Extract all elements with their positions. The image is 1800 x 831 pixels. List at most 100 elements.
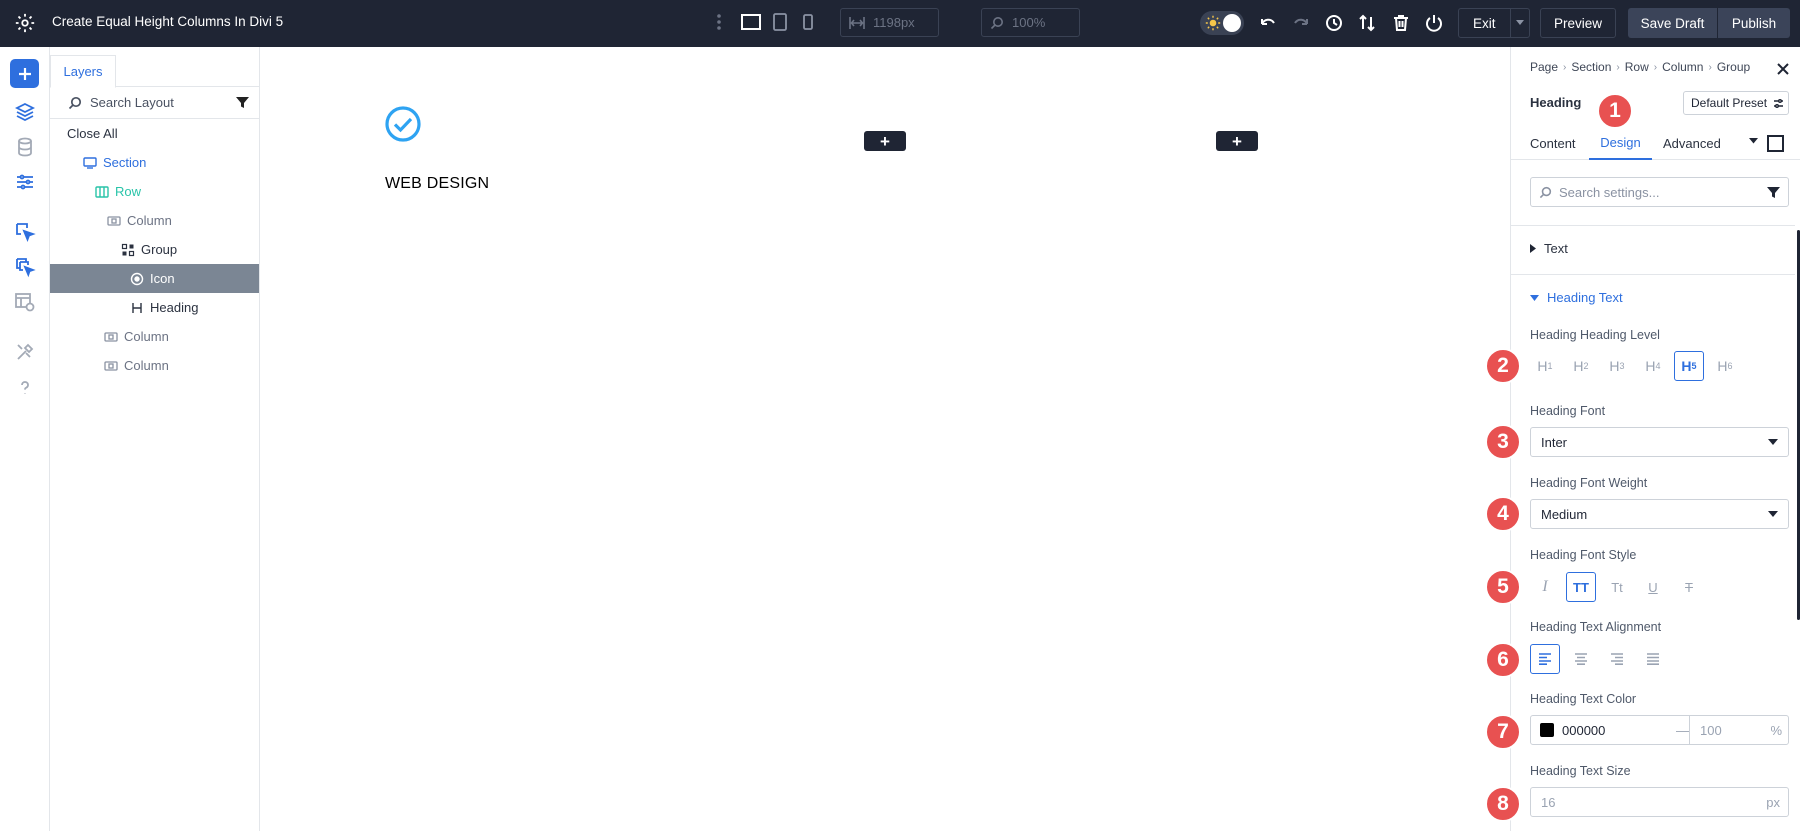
heading-weight-select[interactable]: Medium (1530, 499, 1789, 529)
width-icon (849, 16, 865, 29)
group-text[interactable]: Text (1530, 241, 1568, 256)
exit-label: Exit (1473, 15, 1496, 31)
align-justify-button[interactable] (1638, 644, 1668, 674)
breadcrumb-row[interactable]: Row (1625, 60, 1649, 74)
heading-level-h3[interactable]: H3 (1602, 351, 1632, 381)
layout-view-icon[interactable] (14, 291, 36, 313)
level-number: 4 (1655, 361, 1661, 371)
layers-icon[interactable] (14, 101, 36, 123)
annotation-badge: 7 (1485, 714, 1521, 750)
heading-font-select[interactable]: Inter (1530, 427, 1789, 457)
strikethrough-button[interactable]: T (1674, 572, 1704, 602)
layer-heading[interactable]: Heading (50, 293, 259, 322)
divider (1511, 225, 1795, 226)
align-center-button[interactable] (1566, 644, 1596, 674)
layer-label: Column (124, 358, 169, 373)
italic-button[interactable]: I (1530, 572, 1560, 602)
heading-size-field[interactable]: 16 px (1530, 787, 1789, 817)
heading-level-h6[interactable]: H6 (1710, 351, 1740, 381)
breadcrumb-page[interactable]: Page (1530, 60, 1558, 74)
align-right-button[interactable] (1602, 644, 1632, 674)
add-button[interactable] (10, 59, 39, 88)
filter-icon[interactable] (1767, 186, 1780, 199)
close-all-item[interactable]: Close All (50, 119, 259, 148)
close-icon[interactable] (1775, 61, 1791, 77)
uppercase-button[interactable]: TT (1566, 572, 1596, 602)
add-module-button[interactable]: + (864, 131, 906, 151)
tab-design[interactable]: Design (1589, 127, 1652, 160)
heading-level-h5[interactable]: H5 (1674, 351, 1704, 381)
breadcrumb-column[interactable]: Column (1662, 60, 1703, 74)
add-module-button[interactable]: + (1216, 131, 1258, 151)
power-icon[interactable] (1424, 13, 1444, 33)
preset-button[interactable]: Default Preset (1683, 91, 1789, 115)
check-circle-icon[interactable] (384, 105, 422, 143)
group-heading-text[interactable]: Heading Text (1530, 290, 1623, 305)
top-bar: Create Equal Height Columns In Divi 5 11… (0, 0, 1800, 47)
level-prefix: H (1537, 358, 1548, 374)
layer-section[interactable]: Section (50, 148, 259, 177)
settings-search-input[interactable] (1559, 184, 1759, 200)
color-swatch[interactable] (1540, 723, 1554, 737)
settings-sliders-icon[interactable] (14, 171, 36, 193)
chevron-down-icon[interactable] (1509, 9, 1529, 37)
preview-button[interactable]: Preview (1540, 8, 1616, 38)
color-hex-value[interactable]: 000000 (1562, 723, 1662, 738)
trash-icon[interactable] (1391, 13, 1411, 33)
tablet-icon[interactable] (772, 12, 788, 32)
zoom-field[interactable]: 100% (981, 8, 1080, 37)
help-icon[interactable] (14, 377, 36, 399)
underline-button[interactable]: U (1638, 572, 1668, 602)
sort-icon[interactable] (1357, 13, 1377, 33)
heading-size-label: Heading Text Size (1530, 764, 1631, 778)
annotation-badge: 2 (1485, 348, 1521, 384)
kebab-icon[interactable] (716, 12, 722, 32)
cursor-multi-icon[interactable] (14, 256, 36, 278)
heading-level-h2[interactable]: H2 (1566, 351, 1596, 381)
publish-button[interactable]: Publish (1718, 8, 1790, 38)
expand-icon[interactable] (1767, 135, 1784, 152)
desktop-icon[interactable] (740, 12, 762, 32)
tools-icon[interactable] (14, 341, 36, 363)
exit-button[interactable]: Exit (1458, 8, 1530, 38)
history-icon[interactable] (1324, 13, 1344, 33)
undo-icon[interactable] (1258, 13, 1278, 33)
save-draft-button[interactable]: Save Draft (1628, 8, 1717, 38)
heading-level-h4[interactable]: H4 (1638, 351, 1668, 381)
database-icon[interactable] (14, 136, 36, 158)
breadcrumb-section[interactable]: Section (1571, 60, 1611, 74)
gear-icon[interactable] (14, 12, 36, 34)
tab-content[interactable]: Content (1530, 127, 1576, 160)
chevron-right-icon: › (1616, 61, 1620, 73)
layer-column[interactable]: Column (50, 351, 259, 380)
font-style-options: I TT Tt U T (1530, 572, 1710, 602)
layer-column[interactable]: Column (50, 206, 259, 235)
redo-icon[interactable] (1291, 13, 1311, 33)
layer-row[interactable]: Row (50, 177, 259, 206)
heading-weight-label: Heading Font Weight (1530, 476, 1648, 490)
tab-layers[interactable]: Layers (50, 55, 116, 88)
breadcrumb-group[interactable]: Group (1717, 60, 1750, 74)
width-field[interactable]: 1198px (840, 8, 939, 37)
heading-module[interactable]: WEB DESIGN (385, 175, 489, 193)
opacity-field[interactable]: 100 % (1689, 716, 1790, 744)
chevron-down-icon[interactable] (1749, 138, 1758, 144)
layer-label: Column (127, 213, 172, 228)
group-icon (121, 243, 135, 256)
plus-icon (18, 67, 31, 80)
phone-icon[interactable] (801, 12, 815, 32)
builder-canvas[interactable]: WEB DESIGN + + (260, 47, 1510, 831)
heading-level-h1[interactable]: H1 (1530, 351, 1560, 381)
align-left-button[interactable] (1530, 644, 1560, 674)
heading-icon (132, 302, 142, 313)
layers-search-input[interactable] (90, 95, 230, 110)
tab-advanced[interactable]: Advanced (1663, 127, 1721, 160)
layer-icon[interactable]: Icon (50, 264, 259, 293)
heading-color-field[interactable]: 000000 — 100 % (1530, 715, 1789, 745)
layer-column[interactable]: Column (50, 322, 259, 351)
theme-toggle[interactable] (1200, 11, 1244, 35)
cursor-select-icon[interactable] (14, 221, 36, 243)
capitalize-button[interactable]: Tt (1602, 572, 1632, 602)
layer-group[interactable]: Group (50, 235, 259, 264)
filter-icon[interactable] (236, 96, 249, 109)
